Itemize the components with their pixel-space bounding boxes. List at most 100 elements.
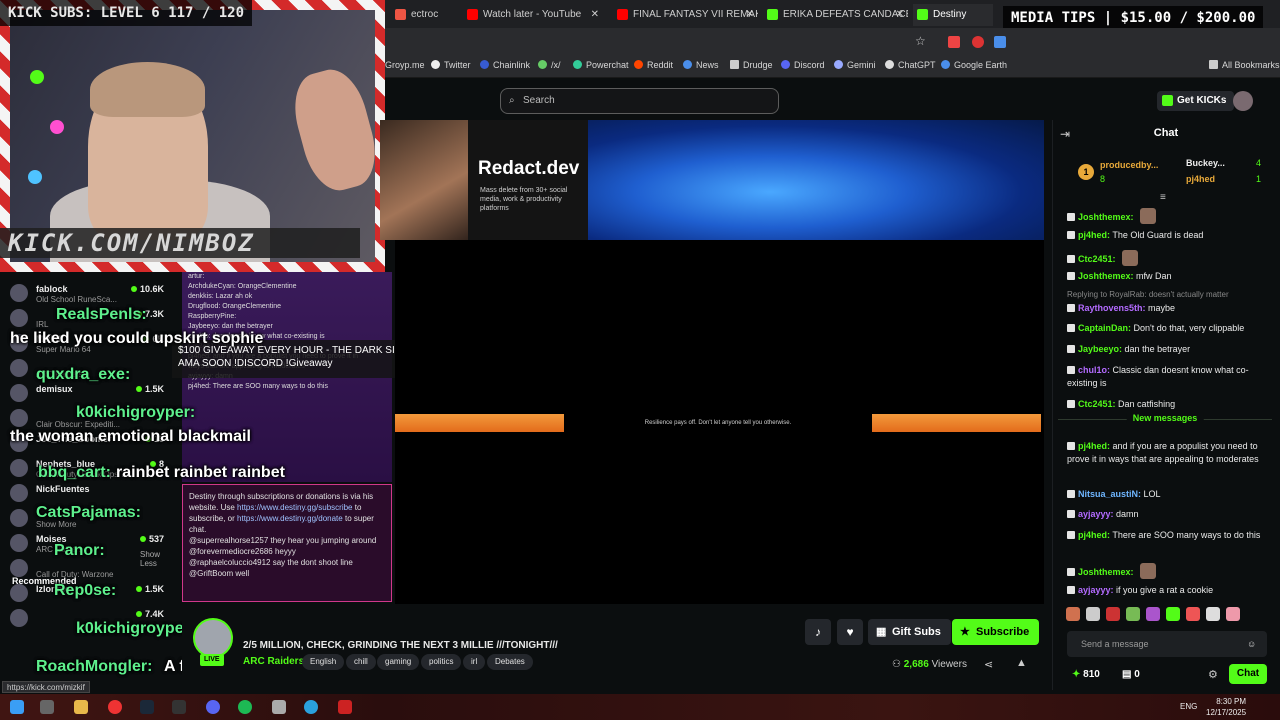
bookmark[interactable]: Powerchat: [573, 60, 629, 70]
stream-category[interactable]: ARC Raiders: [243, 656, 304, 667]
gifter-name[interactable]: Buckey...: [1186, 158, 1225, 168]
emote-icon[interactable]: [1166, 607, 1180, 621]
close-tab-icon[interactable]: ✕: [896, 4, 904, 26]
chat-message[interactable]: pj4hed: The Old Guard is dead: [1067, 229, 1267, 242]
bookmark[interactable]: ChatGPT: [885, 60, 936, 70]
close-tab-icon[interactable]: ✕: [746, 4, 754, 26]
subscribe-button[interactable]: ★ Subscribe: [952, 619, 1040, 645]
gifter-name[interactable]: producedby...: [1100, 160, 1158, 170]
windows-start-icon[interactable]: [10, 700, 24, 714]
emote-icon[interactable]: [1086, 607, 1100, 621]
spotify-icon[interactable]: [238, 700, 252, 714]
emoji-picker-icon[interactable]: ☺: [1247, 631, 1256, 657]
chat-settings-icon[interactable]: ⚙: [1208, 668, 1218, 681]
bookmark-all[interactable]: All Bookmarks: [1209, 60, 1280, 70]
app-icon[interactable]: [338, 700, 352, 714]
steam-icon[interactable]: [140, 700, 154, 714]
discord-icon[interactable]: [206, 700, 220, 714]
bookmark[interactable]: Google Earth: [941, 60, 1007, 70]
taskbar-clock[interactable]: 8:30 PM 12/17/2025: [1206, 696, 1246, 718]
emote-icon[interactable]: [1126, 607, 1140, 621]
chat-message[interactable]: pj4hed: There are SOO many ways to do th…: [1067, 529, 1267, 542]
show-less-link[interactable]: Show Less: [140, 550, 170, 568]
search-input[interactable]: ⌕ Search: [500, 88, 779, 114]
chat-username[interactable]: ayjayyy:: [1078, 585, 1114, 595]
chat-message[interactable]: Jaybeeyo: dan the betrayer: [1067, 343, 1267, 356]
tag[interactable]: politics: [421, 654, 462, 670]
follow-heart-icon[interactable]: ♥: [837, 619, 863, 645]
tag[interactable]: English: [302, 654, 345, 670]
bookmark[interactable]: Reddit: [634, 60, 673, 70]
chat-rewards[interactable]: ▤ 0: [1122, 669, 1140, 680]
task-view-icon[interactable]: [40, 700, 54, 714]
telegram-icon[interactable]: [304, 700, 318, 714]
tag[interactable]: irl: [463, 654, 486, 670]
bookmark[interactable]: Chainlink: [480, 60, 530, 70]
chat-message[interactable]: Raythovens5th: maybe: [1067, 302, 1267, 315]
chat-message[interactable]: Ctc2451: Dan catfishing: [1067, 398, 1267, 411]
extension-icon[interactable]: [948, 36, 960, 48]
browser-tab-active[interactable]: Destiny: [913, 4, 993, 26]
chat-username[interactable]: Nitsua_austiN:: [1078, 489, 1141, 499]
streamer-avatar[interactable]: [193, 618, 233, 658]
chat-message[interactable]: Joshthemex:: [1067, 208, 1267, 224]
user-avatar[interactable]: [1233, 91, 1253, 111]
chat-username[interactable]: chul1o:: [1078, 365, 1110, 375]
share-icon[interactable]: ⋖: [984, 658, 993, 671]
chat-username[interactable]: Ctc2451:: [1078, 254, 1116, 264]
bookmark[interactable]: /x/: [538, 60, 561, 70]
subscribe-link[interactable]: https://www.destiny.gg/subscribe: [237, 503, 352, 512]
browser-tab[interactable]: Watch later - YouTube ✕: [463, 4, 603, 26]
chat-username[interactable]: ayjayyy:: [1078, 509, 1114, 519]
emote-icon[interactable]: [1206, 607, 1220, 621]
address-bar[interactable]: ☆: [385, 28, 1280, 56]
gift-subs-button[interactable]: ▦ Gift Subs: [868, 619, 951, 645]
extension-icon[interactable]: [994, 36, 1006, 48]
chat-username[interactable]: Joshthemex:: [1078, 567, 1134, 577]
browser-tab[interactable]: ERIKA DEFEATS CANDACE??✕: [763, 4, 908, 26]
chat-message[interactable]: pj4hed: and if you are a populist you ne…: [1067, 440, 1267, 466]
get-kicks-button[interactable]: Get KICKs: [1157, 91, 1235, 111]
extension-icon[interactable]: [972, 36, 984, 48]
chat-message[interactable]: Nitsua_austiN: LOL: [1067, 488, 1267, 501]
chat-username[interactable]: Ctc2451:: [1078, 399, 1116, 409]
chat-username[interactable]: pj4hed:: [1078, 230, 1110, 240]
chat-message[interactable]: CaptainDan: Don't do that, very clippabl…: [1067, 322, 1267, 335]
chat-username[interactable]: Joshthemex:: [1078, 271, 1134, 281]
browser-tab[interactable]: ectroc: [391, 4, 461, 26]
notification-bell-icon[interactable]: ♪: [805, 619, 831, 645]
chat-message[interactable]: chul1o: Classic dan doesnt know what co-…: [1067, 364, 1267, 390]
channel-points[interactable]: ✦ 810: [1072, 669, 1100, 680]
chat-message[interactable]: ayjayyy: damn: [1067, 508, 1267, 521]
bookmark[interactable]: News: [683, 60, 719, 70]
chat-message[interactable]: Replying to RoyalRab: doesn't actually m…: [1067, 288, 1267, 301]
file-explorer-icon[interactable]: [74, 700, 88, 714]
bookmark[interactable]: Gemini: [834, 60, 876, 70]
chat-message[interactable]: Ctc2451:: [1067, 250, 1267, 266]
report-icon[interactable]: ▲: [1016, 657, 1027, 669]
star-icon[interactable]: ☆: [915, 34, 926, 48]
chat-username[interactable]: pj4hed:: [1078, 530, 1110, 540]
chat-message[interactable]: ayjayyy: if you give a rat a cookie: [1067, 584, 1267, 597]
bookmark[interactable]: Groyp.me: [385, 60, 425, 70]
app-icon[interactable]: [272, 700, 286, 714]
terminal-icon[interactable]: [172, 700, 186, 714]
donate-link[interactable]: https://www.destiny.gg/donate: [237, 514, 343, 523]
gifter-name[interactable]: pj4hed: [1186, 174, 1215, 184]
chat-message[interactable]: Joshthemex: mfw Dan: [1067, 270, 1267, 283]
emote-icon[interactable]: [1186, 607, 1200, 621]
chat-username[interactable]: Raythovens5th:: [1078, 303, 1146, 313]
emote-icon[interactable]: [1226, 607, 1240, 621]
emote-icon[interactable]: [1146, 607, 1160, 621]
close-tab-icon[interactable]: ✕: [591, 4, 599, 26]
language-indicator[interactable]: ENG: [1180, 702, 1197, 711]
chat-username[interactable]: Jaybeeyo:: [1078, 344, 1122, 354]
send-chat-button[interactable]: Chat: [1229, 664, 1267, 684]
chrome-icon[interactable]: [108, 700, 122, 714]
expand-gifters-icon[interactable]: ≡: [1160, 192, 1166, 203]
tag[interactable]: gaming: [377, 654, 420, 670]
chat-message-input[interactable]: Send a message ☺: [1067, 631, 1267, 657]
chat-username[interactable]: CaptainDan:: [1078, 323, 1131, 333]
tag[interactable]: Debates: [487, 654, 533, 670]
chat-username[interactable]: Joshthemex:: [1078, 212, 1134, 222]
